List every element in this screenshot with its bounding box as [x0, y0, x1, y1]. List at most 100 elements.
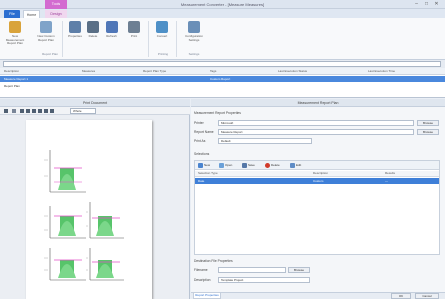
panel-footer: Report Properties OK Cancel	[191, 292, 445, 299]
column-header[interactable]: Last Execution Status	[278, 69, 307, 73]
selections-box: New Open Save Delete Edit Selection Type…	[194, 160, 440, 255]
delete-selection-button[interactable]: Delete	[265, 162, 280, 169]
cancel-button[interactable]: Cancel	[415, 293, 439, 299]
tab-file[interactable]: File	[4, 10, 20, 18]
ribbon-separator	[148, 21, 149, 57]
table-cell: Report Plan	[4, 84, 20, 88]
ribbon: New Measurement Report Plan New Custom R…	[0, 18, 445, 60]
maximize-button[interactable]: □	[422, 1, 431, 8]
column-header[interactable]: Description	[4, 69, 19, 73]
open-icon	[219, 162, 224, 168]
new-report-icon	[9, 21, 21, 33]
column-header[interactable]: Measures	[82, 69, 95, 73]
table-cell: Date	[198, 179, 205, 183]
ribbon-group-label: Printing	[157, 52, 169, 56]
print-icon[interactable]	[4, 109, 8, 113]
table-row[interactable]: Report Plan	[0, 83, 445, 89]
fit-page-icon[interactable]	[50, 109, 54, 113]
open-selection-button[interactable]: Open	[219, 162, 232, 169]
footer-tab[interactable]: Report Properties	[193, 293, 221, 299]
printer-field[interactable]: Microsoft	[218, 120, 414, 126]
table-row[interactable]: Measure Report 1 Custom Report	[0, 76, 445, 82]
first-page-icon[interactable]	[12, 109, 16, 113]
convert-button[interactable]: Convert	[152, 21, 172, 39]
field-label: Printer	[194, 121, 204, 125]
next-page-icon[interactable]	[26, 109, 30, 113]
properties-label: Properties	[68, 34, 82, 38]
selections-toolbar: New Open Save Delete Edit	[195, 161, 439, 170]
ok-button[interactable]: OK	[391, 293, 411, 299]
delete-icon	[87, 21, 99, 33]
report-preview-page	[26, 120, 152, 299]
column-header[interactable]: Description	[313, 171, 328, 175]
refresh-label: Refresh	[106, 34, 117, 38]
convert-icon	[156, 21, 168, 33]
zoom-select[interactable]: Whole	[70, 108, 96, 114]
new-icon	[198, 162, 203, 168]
toolbar-label: Open	[225, 163, 233, 167]
save-selection-button[interactable]: Save	[242, 162, 255, 169]
report-plan-panel: Measurement Report Plan Measurement Repo…	[191, 99, 445, 299]
configuration-settings-label: Configuration Settings	[185, 34, 203, 42]
table-cell: —	[385, 179, 388, 183]
browse-button[interactable]: Browse	[417, 120, 439, 126]
print-label: Print	[130, 34, 138, 38]
ribbon-group-label: Settings	[188, 52, 200, 56]
selections-header: Selection Type Description Results	[195, 171, 439, 177]
custom-report-icon	[40, 21, 52, 33]
close-button[interactable]: ✕	[432, 1, 441, 8]
toolbar-label: New	[204, 163, 211, 167]
report-name-field[interactable]: Measure Report	[218, 129, 414, 135]
toolbar-label: Delete	[271, 163, 280, 167]
browse-button[interactable]: Browse	[288, 267, 310, 273]
properties-button[interactable]: Properties	[66, 21, 84, 39]
column-header[interactable]: Selection Type	[198, 171, 218, 175]
window-title: Measurement Converter - [Measure Measure…	[180, 2, 265, 7]
column-header[interactable]: Tags	[210, 69, 216, 73]
filter-input[interactable]	[3, 61, 441, 67]
delete-button[interactable]: Delete	[86, 21, 100, 39]
table-row[interactable]: Date Custom —	[195, 178, 439, 184]
refresh-icon	[105, 21, 118, 33]
selections-label: Selections	[194, 152, 210, 156]
zoom-out-icon[interactable]	[44, 109, 48, 113]
properties-icon	[69, 21, 81, 33]
new-report-plan-button[interactable]: New Measurement Report Plan	[4, 21, 26, 46]
print-as-select[interactable]: Default	[218, 138, 312, 144]
browse-button[interactable]: Browse	[417, 129, 439, 135]
convert-label: Convert	[156, 34, 168, 38]
toolbar-label: Edit	[296, 163, 302, 167]
section-title: Destination File Properties	[194, 259, 233, 263]
configuration-settings-button[interactable]: Configuration Settings	[180, 21, 208, 42]
column-header[interactable]: Report Plan Type	[143, 69, 166, 73]
filename-field[interactable]	[218, 267, 286, 273]
edit-selection-button[interactable]: Edit	[290, 162, 301, 169]
last-page-icon[interactable]	[32, 109, 36, 113]
previous-page-icon[interactable]	[20, 109, 24, 113]
table-cell: Measure Report 1	[4, 77, 29, 81]
tab-home[interactable]: Home	[23, 10, 40, 18]
tab-design[interactable]: Design	[45, 10, 67, 18]
panel-title: Print Document	[0, 99, 190, 107]
minimize-button[interactable]: –	[412, 1, 421, 8]
filter-strip	[0, 60, 445, 68]
refresh-button[interactable]: Refresh	[103, 21, 120, 39]
context-tab-header: Tools	[45, 0, 67, 9]
new-custom-report-label: New Custom Report Plan	[37, 34, 55, 42]
zoom-in-icon[interactable]	[38, 109, 42, 113]
new-selection-button[interactable]: New	[198, 162, 210, 169]
field-label: Report Name	[194, 130, 214, 134]
new-report-plan-label: New Measurement Report Plan	[5, 34, 25, 45]
field-label: Filename	[194, 268, 208, 272]
new-custom-report-button[interactable]: New Custom Report Plan	[34, 21, 58, 42]
toolbar-label: Save	[248, 163, 255, 167]
print-button[interactable]: Print	[124, 21, 144, 39]
field-label: Description	[194, 278, 211, 282]
title-bar: Tools Measurement Converter - [Measure M…	[0, 0, 445, 9]
column-header[interactable]: Results	[385, 171, 395, 175]
column-header[interactable]: Last Execution Time	[368, 69, 395, 73]
settings-icon	[188, 21, 200, 33]
table-cell: Custom Report	[210, 77, 231, 81]
description-field[interactable]: Template Project	[218, 277, 310, 283]
ribbon-group-label: Report Plan	[42, 52, 58, 56]
